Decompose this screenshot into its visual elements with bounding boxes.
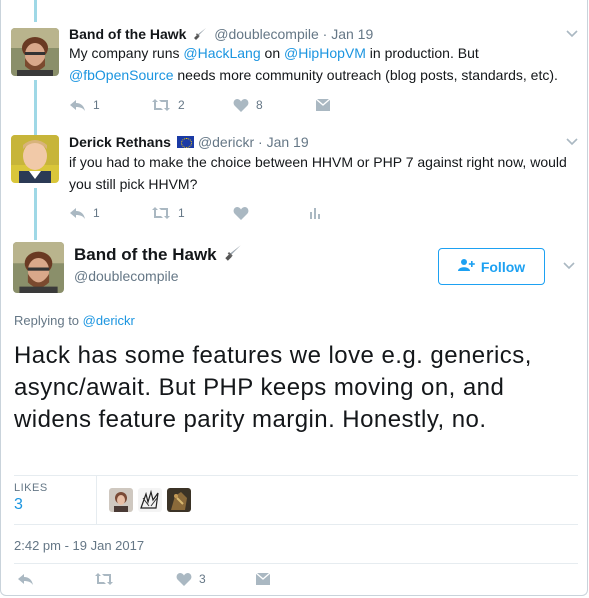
display-name[interactable]: Band of the Hawk [69,26,186,42]
tweet-timestamp[interactable]: 2:42 pm - 19 Jan 2017 [14,538,144,553]
reply-button[interactable] [17,572,94,586]
replying-to: Replying to @derickr [14,313,135,328]
handle[interactable]: @doublecompile [214,26,319,42]
divider [14,524,578,525]
divider [96,476,97,524]
tweet-actions: 1 1 [69,204,322,222]
handle[interactable]: @derickr [198,134,254,150]
likes-label: LIKES [14,482,48,494]
reply-icon [69,98,86,112]
retweet-icon [151,206,171,220]
eu-flag-icon [176,136,194,148]
reply-count: 1 [93,98,100,112]
retweet-count: 1 [178,206,185,220]
retweet-icon [94,572,114,586]
retweet-button[interactable]: 2 [151,98,233,112]
handle[interactable]: @doublecompile [74,268,179,284]
avatar[interactable] [11,135,59,183]
thread-line [34,0,37,22]
divider [14,563,578,564]
reply-button[interactable]: 1 [69,98,151,112]
follow-button[interactable]: Follow [438,248,545,285]
dagger-icon [224,244,242,267]
like-button[interactable] [233,206,308,220]
mention-link[interactable]: @HackLang [183,45,260,61]
tweet-actions: 1 2 8 [69,96,331,114]
like-count: 8 [256,98,263,112]
main-tweet-text: Hack has some features we love e.g. gene… [14,342,532,433]
analytics-button[interactable] [308,206,322,220]
likers-avatars [109,488,191,512]
dm-button[interactable] [255,572,271,586]
dm-icon [255,572,271,586]
reply-count: 1 [93,206,100,220]
dm-icon [315,98,331,112]
tweet-text: My company runs @HackLang on @HipHopVM i… [69,45,558,83]
likes-stat[interactable]: LIKES 3 [14,482,48,514]
like-button[interactable]: 8 [233,98,315,112]
reply-icon [17,572,34,586]
display-name[interactable]: Band of the Hawk [74,244,245,267]
thread-line [34,80,37,135]
liker-avatar[interactable] [138,488,162,512]
retweet-icon [151,98,171,112]
chevron-down-icon[interactable] [562,258,576,272]
mention-link[interactable]: @fbOpenSource [69,67,174,83]
dm-button[interactable] [315,98,331,112]
reply-button[interactable]: 1 [69,206,151,220]
mention-link[interactable]: @derickr [83,313,135,328]
liker-avatar[interactable] [109,488,133,512]
like-button[interactable]: 3 [176,572,255,586]
heart-icon [233,206,249,220]
like-count: 3 [199,572,206,586]
thread-line [34,188,37,240]
avatar[interactable] [13,242,64,293]
timestamp[interactable]: · Jan 19 [258,134,309,150]
follow-label: Follow [480,258,526,275]
tweet-header: Derick Rethans @derickr · Jan 19 [69,134,309,150]
heart-icon [176,572,192,586]
tweet-text: if you had to make the choice between HH… [69,154,567,192]
divider [14,475,578,476]
likes-count: 3 [14,496,23,513]
reply-icon [69,206,86,220]
heart-icon [233,98,249,112]
display-name[interactable]: Derick Rethans [69,134,171,150]
timestamp[interactable]: · Jan 19 [323,26,374,42]
mention-link[interactable]: @HipHopVM [284,45,366,61]
tweet-conversation-card: Band of the Hawk @doublecompile · Jan 19… [0,0,588,596]
avatar[interactable] [11,28,59,76]
chevron-down-icon[interactable] [565,134,579,148]
retweet-count: 2 [178,98,185,112]
chevron-down-icon[interactable] [565,26,579,40]
analytics-icon [308,206,322,220]
main-tweet-actions: 3 [17,570,271,588]
retweet-button[interactable] [94,572,176,586]
retweet-button[interactable]: 1 [151,206,233,220]
follow-user-icon [457,258,481,275]
liker-avatar[interactable] [167,488,191,512]
